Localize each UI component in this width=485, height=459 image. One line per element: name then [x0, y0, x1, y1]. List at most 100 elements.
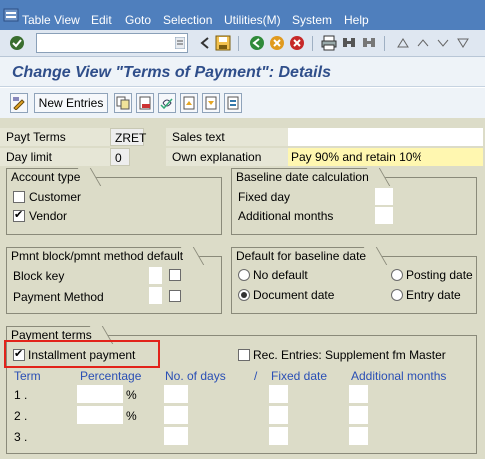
menu-help[interactable]: Help: [344, 13, 369, 27]
save-icon[interactable]: [214, 34, 232, 52]
previous-page-icon[interactable]: [414, 34, 432, 52]
document-date-label: Document date: [253, 288, 335, 302]
display-change-icon[interactable]: [10, 93, 28, 113]
collapse-icon[interactable]: [196, 34, 214, 52]
menu-bar: Table View Edit Goto Selection Utilities…: [0, 0, 485, 30]
additional-months-column-header: Additional months: [351, 369, 447, 383]
percent-sign-1: %: [126, 388, 137, 402]
own-explanation-label: Own explanation: [166, 148, 288, 166]
find-next-icon[interactable]: [360, 34, 378, 52]
percentage-input-2[interactable]: [77, 406, 123, 424]
title-bar: Change View "Terms of Payment": Details: [0, 57, 485, 87]
days-input-2[interactable]: [164, 406, 188, 424]
menu-selection[interactable]: Selection: [163, 13, 212, 27]
account-type-group: Account type Customer Vendor: [6, 168, 222, 235]
sales-text-label: Sales text: [166, 128, 288, 146]
menu-system[interactable]: System: [292, 13, 332, 27]
installment-highlight-callout: [4, 340, 160, 368]
page-title: Change View "Terms of Payment": Details: [12, 64, 331, 81]
next-page-icon[interactable]: [434, 34, 452, 52]
first-page-icon[interactable]: [394, 34, 412, 52]
block-key-label: Block key: [13, 269, 65, 283]
entry-date-radio[interactable]: [391, 289, 403, 301]
copy-as-icon[interactable]: [114, 93, 132, 113]
term-row-2: 2 .: [14, 409, 28, 423]
menu-edit[interactable]: Edit: [91, 13, 112, 27]
pmnt-block-title: Pmnt block/pmnt method default: [6, 247, 194, 265]
new-entries-button[interactable]: New Entries: [34, 93, 108, 113]
select-all-icon[interactable]: [224, 93, 242, 113]
payment-method-label: Payment Method: [13, 290, 104, 304]
slash-separator: /: [254, 369, 258, 383]
fixed-date-column-header: Fixed date: [271, 369, 328, 383]
fixed-date-input-3[interactable]: [269, 427, 288, 445]
standard-toolbar: [0, 30, 485, 57]
last-page-icon[interactable]: [454, 34, 472, 52]
next-entry-icon[interactable]: [202, 93, 220, 113]
rec-entries-checkbox[interactable]: [238, 349, 250, 361]
fixed-date-input-2[interactable]: [269, 406, 288, 424]
additional-months-input[interactable]: [375, 207, 393, 224]
fixed-day-input[interactable]: [375, 188, 393, 205]
own-explanation-input-rest[interactable]: [421, 148, 483, 166]
day-limit-label: Day limit: [0, 148, 110, 166]
percentage-input-1[interactable]: [77, 385, 123, 403]
customer-label: Customer: [29, 190, 82, 204]
command-history-icon[interactable]: [174, 36, 186, 50]
default-baseline-group: Default for baseline date No default Doc…: [231, 247, 477, 314]
term-row-1: 1 .: [14, 388, 28, 402]
sales-text-input[interactable]: [288, 128, 483, 146]
additional-months-label: Additional months: [238, 209, 334, 223]
additional-months-input-1[interactable]: [349, 385, 368, 403]
customer-checkbox[interactable]: [13, 191, 25, 203]
block-key-checkbox[interactable]: [169, 269, 181, 281]
no-default-radio[interactable]: [238, 269, 250, 281]
menu-table-view[interactable]: Table View: [22, 13, 80, 27]
no-default-label: No default: [253, 268, 308, 282]
fixed-date-input-1[interactable]: [269, 385, 288, 403]
cancel-icon[interactable]: [288, 34, 306, 52]
previous-entry-icon[interactable]: [180, 93, 198, 113]
fixed-day-label: Fixed day: [238, 190, 291, 204]
rec-entries-label: Rec. Entries: Supplement fm Master: [253, 348, 446, 362]
percent-sign-2: %: [126, 409, 137, 423]
payt-terms-value: ZRET: [110, 128, 146, 146]
exit-icon[interactable]: [268, 34, 286, 52]
posting-date-radio[interactable]: [391, 269, 403, 281]
document-date-radio[interactable]: [238, 289, 250, 301]
additional-months-input-2[interactable]: [349, 406, 368, 424]
days-input-3[interactable]: [164, 427, 188, 445]
vendor-label: Vendor: [29, 209, 68, 223]
system-menu-icon[interactable]: [3, 7, 19, 23]
day-limit-value: 0: [110, 148, 130, 166]
default-baseline-title: Default for baseline date: [231, 247, 377, 265]
detail-area: Payt Terms ZRET Sales text Day limit 0 O…: [0, 118, 485, 459]
baseline-calc-group: Baseline date calculation Fixed day Addi…: [231, 168, 477, 235]
own-explanation-input[interactable]: Pay 90% and retain 10%: [288, 148, 423, 166]
term-column-header: Term: [14, 369, 41, 383]
entry-date-label: Entry date: [406, 288, 461, 302]
delete-icon[interactable]: [136, 93, 154, 113]
baseline-calc-title: Baseline date calculation: [231, 168, 379, 186]
additional-months-input-3[interactable]: [349, 427, 368, 445]
days-column-header: No. of days: [165, 369, 226, 383]
application-toolbar: New Entries: [0, 88, 485, 118]
vendor-checkbox[interactable]: [13, 208, 25, 222]
back-icon[interactable]: [248, 34, 266, 52]
payment-method-checkbox[interactable]: [169, 290, 181, 302]
command-field[interactable]: [36, 33, 188, 53]
term-row-3: 3 .: [14, 430, 28, 444]
find-icon[interactable]: [340, 34, 358, 52]
block-key-input[interactable]: [149, 267, 162, 284]
menu-utilities[interactable]: Utilities(M): [224, 13, 281, 27]
account-type-title: Account type: [6, 168, 91, 186]
enter-icon[interactable]: [8, 34, 26, 52]
print-icon[interactable]: [320, 34, 338, 52]
undo-change-icon[interactable]: [158, 93, 176, 113]
menu-goto[interactable]: Goto: [125, 13, 151, 27]
payt-terms-label: Payt Terms: [0, 128, 110, 146]
posting-date-label: Posting date: [406, 268, 473, 282]
days-input-1[interactable]: [164, 385, 188, 403]
payment-method-input[interactable]: [149, 287, 162, 304]
pmnt-block-group: Pmnt block/pmnt method default Block key…: [6, 247, 222, 314]
